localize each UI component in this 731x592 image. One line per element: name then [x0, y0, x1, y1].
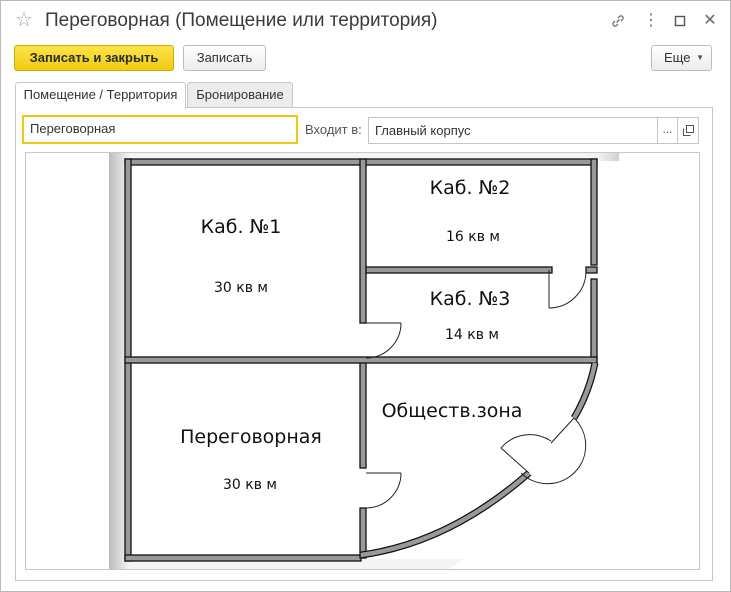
room-3-name: Каб. №3 — [430, 288, 511, 310]
maximize-icon[interactable] — [670, 11, 690, 31]
room-1-name: Каб. №1 — [201, 216, 282, 238]
save-and-close-button[interactable]: Записать и закрыть — [14, 45, 174, 71]
open-icon[interactable] — [677, 117, 699, 144]
room-2-name: Каб. №2 — [430, 177, 511, 199]
title-bar: ☆ Переговорная (Помещение или территория… — [1, 1, 730, 41]
room-1-area: 30 кв м — [214, 280, 268, 296]
tab-room-territory[interactable]: Помещение / Территория — [15, 82, 186, 109]
more-actions-icon[interactable]: ⋮ — [641, 11, 661, 31]
room-3-area: 14 кв м — [445, 327, 499, 343]
room-2-area: 16 кв м — [446, 229, 500, 245]
form-window: ☆ Переговорная (Помещение или территория… — [0, 0, 731, 592]
parent-label: Входит в: — [305, 122, 362, 137]
floor-plan-image: Каб. №1 30 кв м Каб. №2 16 кв м Каб. №3 … — [25, 152, 700, 570]
window-title: Переговорная (Помещение или территория) — [45, 10, 438, 31]
chevron-down-icon: ▼ — [696, 53, 704, 62]
room-common-name: Обществ.зона — [382, 400, 523, 422]
tab-booking[interactable]: Бронирование — [187, 82, 293, 108]
select-button[interactable]: ... — [657, 117, 678, 144]
more-button[interactable]: Еще ▼ — [651, 45, 712, 71]
save-button[interactable]: Записать — [183, 45, 266, 71]
close-icon[interactable]: ✕ — [700, 11, 720, 31]
parent-input[interactable]: Главный корпус — [368, 117, 658, 144]
floor-plan-drawing: Каб. №1 30 кв м Каб. №2 16 кв м Каб. №3 … — [109, 153, 619, 569]
command-bar: Записать и закрыть Записать Еще ▼ — [1, 45, 730, 73]
favorite-star-icon[interactable]: ☆ — [15, 10, 33, 30]
name-input[interactable]: Переговорная — [22, 115, 298, 144]
room-meeting-area: 30 кв м — [223, 477, 277, 493]
link-icon[interactable] — [608, 11, 628, 31]
room-meeting-name: Переговорная — [180, 426, 322, 448]
more-button-label: Еще — [664, 50, 691, 65]
